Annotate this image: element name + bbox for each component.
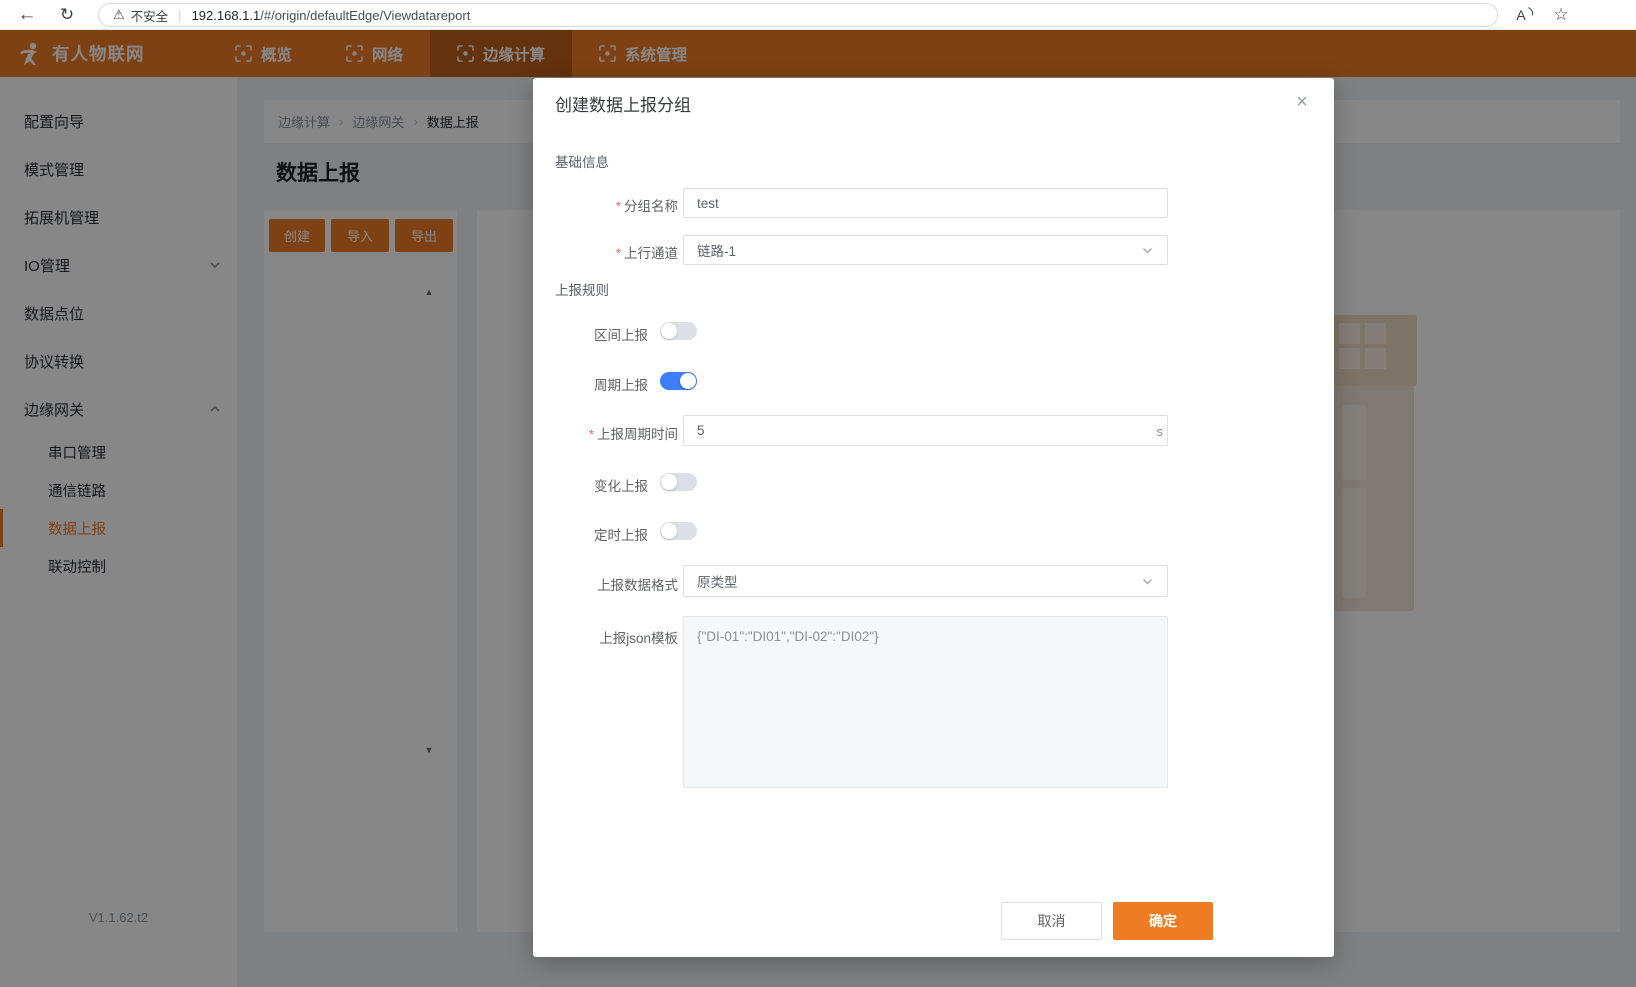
read-aloud-icon[interactable]: A [1508, 0, 1542, 30]
periodic-report-toggle[interactable] [660, 372, 697, 390]
uplink-channel-select[interactable]: 链路-1 [683, 235, 1168, 265]
group-name-input[interactable] [683, 188, 1168, 218]
not-secure-warning-icon: ⚠ [113, 7, 125, 23]
dialog-title: 创建数据上报分组 [555, 91, 691, 116]
group-name-label: *分组名称 [548, 195, 678, 215]
chevron-down-icon [1141, 575, 1154, 588]
json-template-label: 上报json模板 [548, 627, 678, 647]
section-report-rules: 上报规则 [555, 279, 609, 299]
create-report-group-dialog: 创建数据上报分组 × 基础信息 *分组名称 *上行通道 链路-1 上报规则 区间… [533, 78, 1334, 957]
browser-refresh-icon[interactable]: ↻ [50, 0, 84, 30]
address-bar[interactable]: ⚠ 不安全 | 192.168.1.1/#/origin/defaultEdge… [98, 3, 1498, 27]
timed-report-toggle[interactable] [660, 522, 697, 540]
chevron-down-icon [1141, 244, 1154, 257]
required-marker: * [616, 246, 621, 261]
url-domain[interactable]: 192.168.1.1 [192, 8, 261, 23]
timed-report-label: 定时上报 [533, 524, 648, 544]
confirm-button[interactable]: 确定 [1113, 902, 1213, 940]
data-format-select[interactable]: 原类型 [683, 565, 1168, 597]
not-secure-label[interactable]: 不安全 [131, 6, 169, 25]
section-basic-info: 基础信息 [555, 151, 609, 171]
change-report-label: 变化上报 [533, 475, 648, 495]
json-template-textarea[interactable]: {"DI-01":"DI01","DI-02":"DI02"} [683, 616, 1168, 788]
uplink-channel-label: *上行通道 [548, 242, 678, 262]
cancel-button[interactable]: 取消 [1001, 902, 1102, 940]
interval-report-toggle[interactable] [660, 322, 697, 340]
interval-report-label: 区间上报 [533, 324, 648, 344]
close-icon[interactable]: × [1288, 88, 1316, 116]
report-period-label: *上报周期时间 [548, 423, 678, 443]
required-marker: * [616, 199, 621, 214]
address-divider: | [178, 8, 181, 23]
change-report-toggle[interactable] [660, 473, 697, 491]
url-path[interactable]: /#/origin/defaultEdge/Viewdatareport [260, 8, 470, 23]
unit-seconds: s [1143, 424, 1163, 439]
browser-back-icon[interactable]: ← [10, 0, 44, 30]
favorite-star-icon[interactable]: ☆ [1544, 0, 1578, 30]
browser-toolbar: ← ↻ ⚠ 不安全 | 192.168.1.1/#/origin/default… [0, 0, 1636, 30]
report-period-input[interactable] [683, 415, 1168, 446]
data-format-label: 上报数据格式 [548, 574, 678, 594]
periodic-report-label: 周期上报 [533, 374, 648, 394]
required-marker: * [589, 427, 594, 442]
